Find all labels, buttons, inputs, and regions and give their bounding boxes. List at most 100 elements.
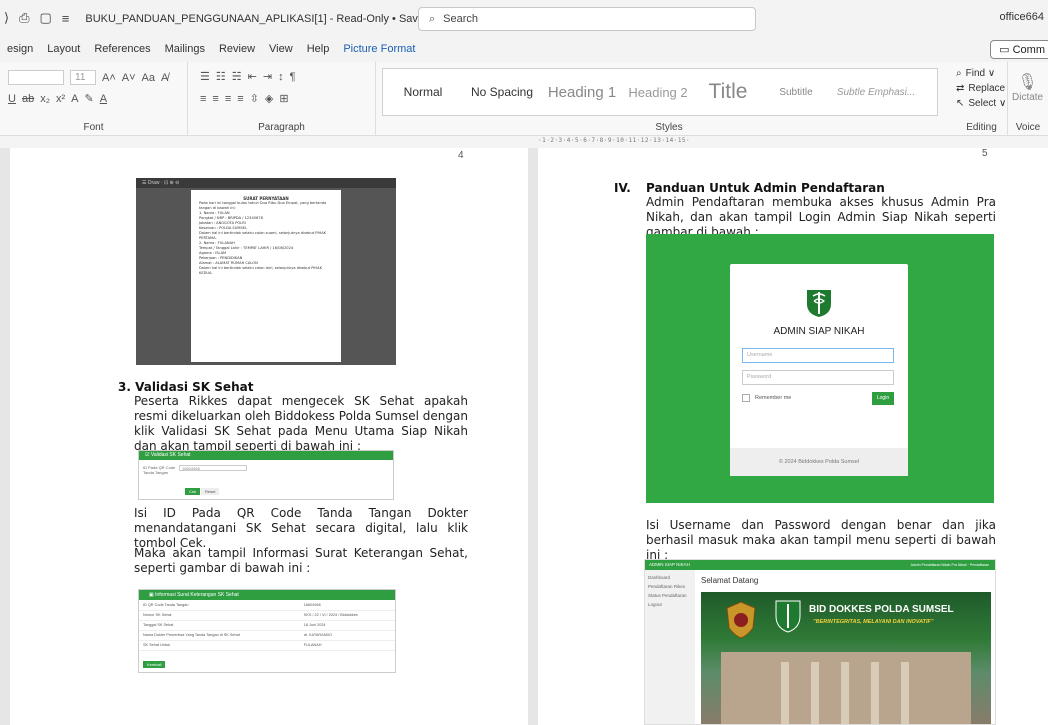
letter-paper: SURAT PERNYATAAN Pada hari ini tanggal b… (191, 190, 341, 362)
kembali-button[interactable]: Kembali (143, 661, 166, 668)
table-row: SK Sehat Untuk FULANAH (139, 640, 395, 651)
validasi-label: ID Pada QR Code Tanda Tangan (143, 465, 176, 475)
password-input[interactable]: Password (742, 370, 894, 385)
underline-icon[interactable]: U (8, 93, 16, 105)
caduceus-shield-icon (775, 600, 801, 633)
tab-layout[interactable]: Layout (40, 43, 87, 55)
align-left-icon[interactable]: ≡ (200, 93, 206, 105)
tab-review[interactable]: Review (212, 43, 262, 55)
sort-icon[interactable]: ↕ (278, 71, 284, 83)
multilevel-list-icon[interactable]: ☵ (232, 70, 242, 83)
polda-badge-icon (726, 601, 756, 639)
table-row: Nomor SK Sehat SKS / 22 / VI / 2024 / Bid… (139, 610, 395, 621)
sidebar-item-logout[interactable]: Logout (648, 600, 692, 609)
tab-help[interactable]: Help (300, 43, 337, 55)
section-3-heading: 3. Validasi SK Sehat (118, 380, 254, 394)
letter-line: Dalam hal ini bertindak selaku calon sua… (199, 231, 327, 240)
select-button[interactable]: ↖ Select ∨ (956, 98, 1006, 109)
informasi-screenshot-image[interactable]: ▣ Informasi Surat Keterangan SK Sehat ID… (138, 589, 396, 673)
comments-button[interactable]: ▭ Comm (990, 40, 1048, 59)
numbering-icon[interactable]: ☷ (216, 70, 226, 83)
cek-button[interactable]: Cek (185, 488, 201, 495)
table-cell: ID QR Code Tanda Tangan (139, 600, 300, 611)
sidebar-item-pendaftaran[interactable]: Pendaftaran Rikes (648, 582, 692, 591)
font-size-dropdown[interactable]: 11 (70, 70, 96, 85)
table-cell: 16604966 (299, 600, 395, 611)
validasi-header: ☑ Validasi SK Sehat (139, 451, 393, 460)
sidebar-item-dashboard[interactable]: Dashboard (648, 573, 692, 582)
new-document-icon[interactable]: ▢ (39, 10, 51, 26)
highlight-icon[interactable]: ✎ (85, 92, 94, 105)
dashboard-screenshot-image[interactable]: ADMIN SIAP NIKAH Admin Pendaftaran Nikah… (644, 559, 996, 725)
tab-references[interactable]: References (87, 43, 157, 55)
building-column (841, 662, 849, 724)
building-image (721, 652, 971, 724)
change-case-icon[interactable]: Aa (142, 72, 155, 84)
letter-intro: Pada hari ini tanggal bulan tahun Dua Ri… (199, 201, 327, 210)
borders-icon[interactable]: ⊞ (279, 92, 288, 105)
table-cell: SK Sehat Untuk (139, 640, 300, 651)
replace-icon: ⇄ (956, 83, 965, 94)
banner-subtitle: "BERINTEGRITAS, MELAYANI DAN INOVATIF" (813, 619, 934, 625)
building-column (811, 662, 819, 724)
customize-toolbar-icon[interactable]: ≡ (62, 11, 70, 26)
document-title[interactable]: BUKU_PANDUAN_PENGGUNAAN_APLIKASI[1] - Re… (85, 12, 441, 25)
line-spacing-icon[interactable]: ⇳ (250, 92, 259, 105)
editing-group: ⌕ Find ∨ ⇄ Replace ↖ Select ∨ Editing (956, 62, 1008, 136)
dokkes-banner-image: BID DOKKES POLDA SUMSEL "BERINTEGRITAS, … (701, 592, 991, 724)
sidebar-item-status[interactable]: Status Pendaftaran (648, 591, 692, 600)
shrink-font-icon[interactable]: A˅ (122, 72, 136, 84)
account-name[interactable]: office664 (1000, 11, 1044, 23)
admin-login-screenshot-image[interactable]: ADMIN SIAP NIKAH Username Password Remem… (646, 234, 994, 503)
grow-font-icon[interactable]: A˄ (102, 72, 116, 84)
increase-indent-icon[interactable]: ⇥ (263, 70, 272, 83)
login-button[interactable]: Login (872, 392, 894, 405)
validasi-screenshot-image[interactable]: ☑ Validasi SK Sehat ID Pada QR Code Tand… (138, 450, 394, 500)
letter-screenshot-image[interactable]: ☰ Draw · ⊡ ⊕ ⊖ SURAT PERNYATAAN Pada har… (136, 178, 396, 365)
horizontal-ruler[interactable]: ·1·2·3·4·5·6·7·8·9·10·11·12·13·14·15· (0, 136, 1048, 148)
tab-view[interactable]: View (262, 43, 300, 55)
reset-button[interactable]: Reset (201, 488, 220, 495)
page-4: 4 ☰ Draw · ⊡ ⊕ ⊖ SURAT PERNYATAAN Pada h… (10, 148, 528, 725)
validasi-id-input[interactable]: 16604966 (179, 465, 247, 471)
table-cell: dr. KATARANDO (299, 630, 395, 641)
search-placeholder: Search (443, 13, 479, 25)
section-3-para-1: Peserta Rikkes dapat mengecek SK Sehat a… (134, 394, 468, 453)
subscript-icon[interactable]: x₂ (40, 93, 50, 105)
find-button[interactable]: ⌕ Find ∨ (956, 68, 995, 79)
page-number: 5 (982, 148, 988, 159)
tab-picture-format[interactable]: Picture Format (336, 43, 422, 55)
align-center-icon[interactable]: ≡ (212, 93, 218, 105)
redo-icon[interactable]: ⟩ (4, 10, 9, 26)
align-right-icon[interactable]: ≡ (225, 93, 231, 105)
print-preview-icon[interactable]: ⎙ (19, 10, 29, 26)
username-input[interactable]: Username (742, 348, 894, 363)
remember-me[interactable]: Remember me (742, 394, 791, 402)
decrease-indent-icon[interactable]: ⇤ (248, 70, 257, 83)
letter-line: Dalam hal ini bertindak selaku calon ist… (199, 266, 322, 275)
tab-design[interactable]: esign (0, 43, 40, 55)
justify-icon[interactable]: ≡ (237, 93, 243, 105)
title-bar: ⟩ ⎙ ▢ ≡ BUKU_PANDUAN_PENGGUNAAN_APLIKASI… (0, 0, 1048, 36)
shading-icon[interactable]: ◈ (265, 92, 273, 105)
bullets-icon[interactable]: ☰ (200, 70, 210, 83)
font-name-dropdown[interactable] (8, 70, 64, 85)
search-box[interactable]: ⌕ Search (418, 7, 756, 31)
caduceus-logo-icon (807, 290, 831, 317)
login-card: ADMIN SIAP NIKAH Username Password Remem… (730, 264, 908, 476)
table-row: Tanggal SK Sehat 18 Juni 2024 (139, 620, 395, 631)
informasi-header: ▣ Informasi Surat Keterangan SK Sehat (139, 590, 395, 600)
strikethrough-icon[interactable]: ab (22, 93, 34, 105)
clear-formatting-icon[interactable]: A̸ (161, 72, 168, 84)
show-marks-icon[interactable]: ¶ (290, 71, 296, 83)
font-color-icon[interactable]: A (100, 93, 107, 105)
page-5: IV. Panduan Untuk Admin Pendaftaran Admi… (538, 148, 1048, 725)
superscript-icon[interactable]: x² (56, 93, 65, 105)
font-group-label: Font (83, 122, 104, 133)
text-effects-icon[interactable]: A (71, 93, 78, 105)
welcome-text: Selamat Datang (701, 576, 759, 585)
replace-button[interactable]: ⇄ Replace (956, 83, 1005, 94)
tab-mailings[interactable]: Mailings (158, 43, 212, 55)
search-icon: ⌕ (429, 12, 436, 25)
remember-checkbox[interactable] (742, 394, 750, 402)
